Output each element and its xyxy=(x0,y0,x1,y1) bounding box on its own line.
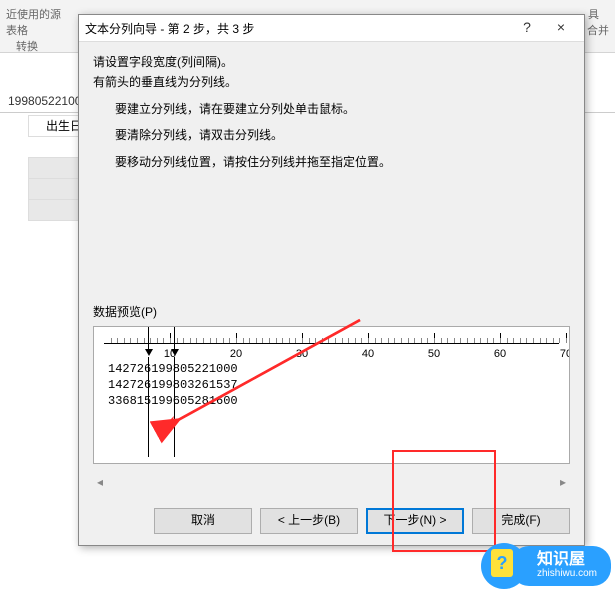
back-button[interactable]: < 上一步(B) xyxy=(260,508,358,534)
instruction-text: 要移动分列线位置，请按住分列线并拖至指定位置。 xyxy=(115,152,570,172)
scroll-left-icon[interactable]: ◂ xyxy=(93,475,107,489)
ribbon-label: 转换 xyxy=(16,38,38,54)
text-to-columns-dialog: 文本分列向导 - 第 2 步，共 3 步 ? × 请设置字段宽度(列间隔)。 有… xyxy=(78,14,585,546)
dialog-title: 文本分列向导 - 第 2 步，共 3 步 xyxy=(85,20,510,37)
column-break-handle[interactable] xyxy=(171,349,178,359)
instruction-text: 请设置字段宽度(列间隔)。 xyxy=(93,52,570,72)
preview-scrollbar[interactable]: ◂ ▸ xyxy=(93,475,570,489)
watermark-icon xyxy=(481,543,527,589)
cancel-button[interactable]: 取消 xyxy=(154,508,252,534)
dialog-body: 请设置字段宽度(列间隔)。 有箭头的垂直线为分列线。 要建立分列线，请在要建立分… xyxy=(79,42,584,474)
ruler-tick: 40 xyxy=(362,345,374,364)
finish-button[interactable]: 完成(F) xyxy=(472,508,570,534)
instruction-text: 要清除分列线，请双击分列线。 xyxy=(115,125,570,145)
dialog-footer: 取消 < 上一步(B) 下一步(N) > 完成(F) xyxy=(79,497,584,545)
column-break-line[interactable] xyxy=(174,357,175,457)
ribbon-label: 合并 xyxy=(587,22,609,38)
column-break-handle[interactable] xyxy=(145,349,152,359)
preview-rows: 142726199805221000 142726199803261537 33… xyxy=(108,361,238,409)
next-button[interactable]: 下一步(N) > xyxy=(366,508,464,534)
ribbon-label: 具 xyxy=(588,6,599,22)
dialog-titlebar[interactable]: 文本分列向导 - 第 2 步，共 3 步 ? × xyxy=(79,15,584,42)
data-preview[interactable]: 10203040506070 142726199805221000 142726… xyxy=(93,326,570,464)
scroll-right-icon[interactable]: ▸ xyxy=(556,475,570,489)
watermark-domain: zhishiwu.com xyxy=(537,568,597,580)
ribbon-label: 表格 xyxy=(6,22,28,38)
ruler-tick: 50 xyxy=(428,345,440,364)
instruction-text: 有箭头的垂直线为分列线。 xyxy=(93,72,570,92)
column-break-line[interactable] xyxy=(148,357,149,457)
watermark: 知识屋 zhishiwu.com xyxy=(481,543,611,589)
help-button[interactable]: ? xyxy=(510,17,544,39)
instruction-text: 要建立分列线，请在要建立分列处单击鼠标。 xyxy=(115,99,570,119)
preview-label: 数据预览(P) xyxy=(93,302,570,322)
ruler-tick: 70 xyxy=(560,345,570,364)
watermark-name: 知识屋 xyxy=(537,552,597,568)
ruler-tick: 30 xyxy=(296,345,308,364)
ruler-tick: 60 xyxy=(494,345,506,364)
close-button[interactable]: × xyxy=(544,17,578,39)
ribbon-label: 近使用的源 xyxy=(6,6,61,22)
